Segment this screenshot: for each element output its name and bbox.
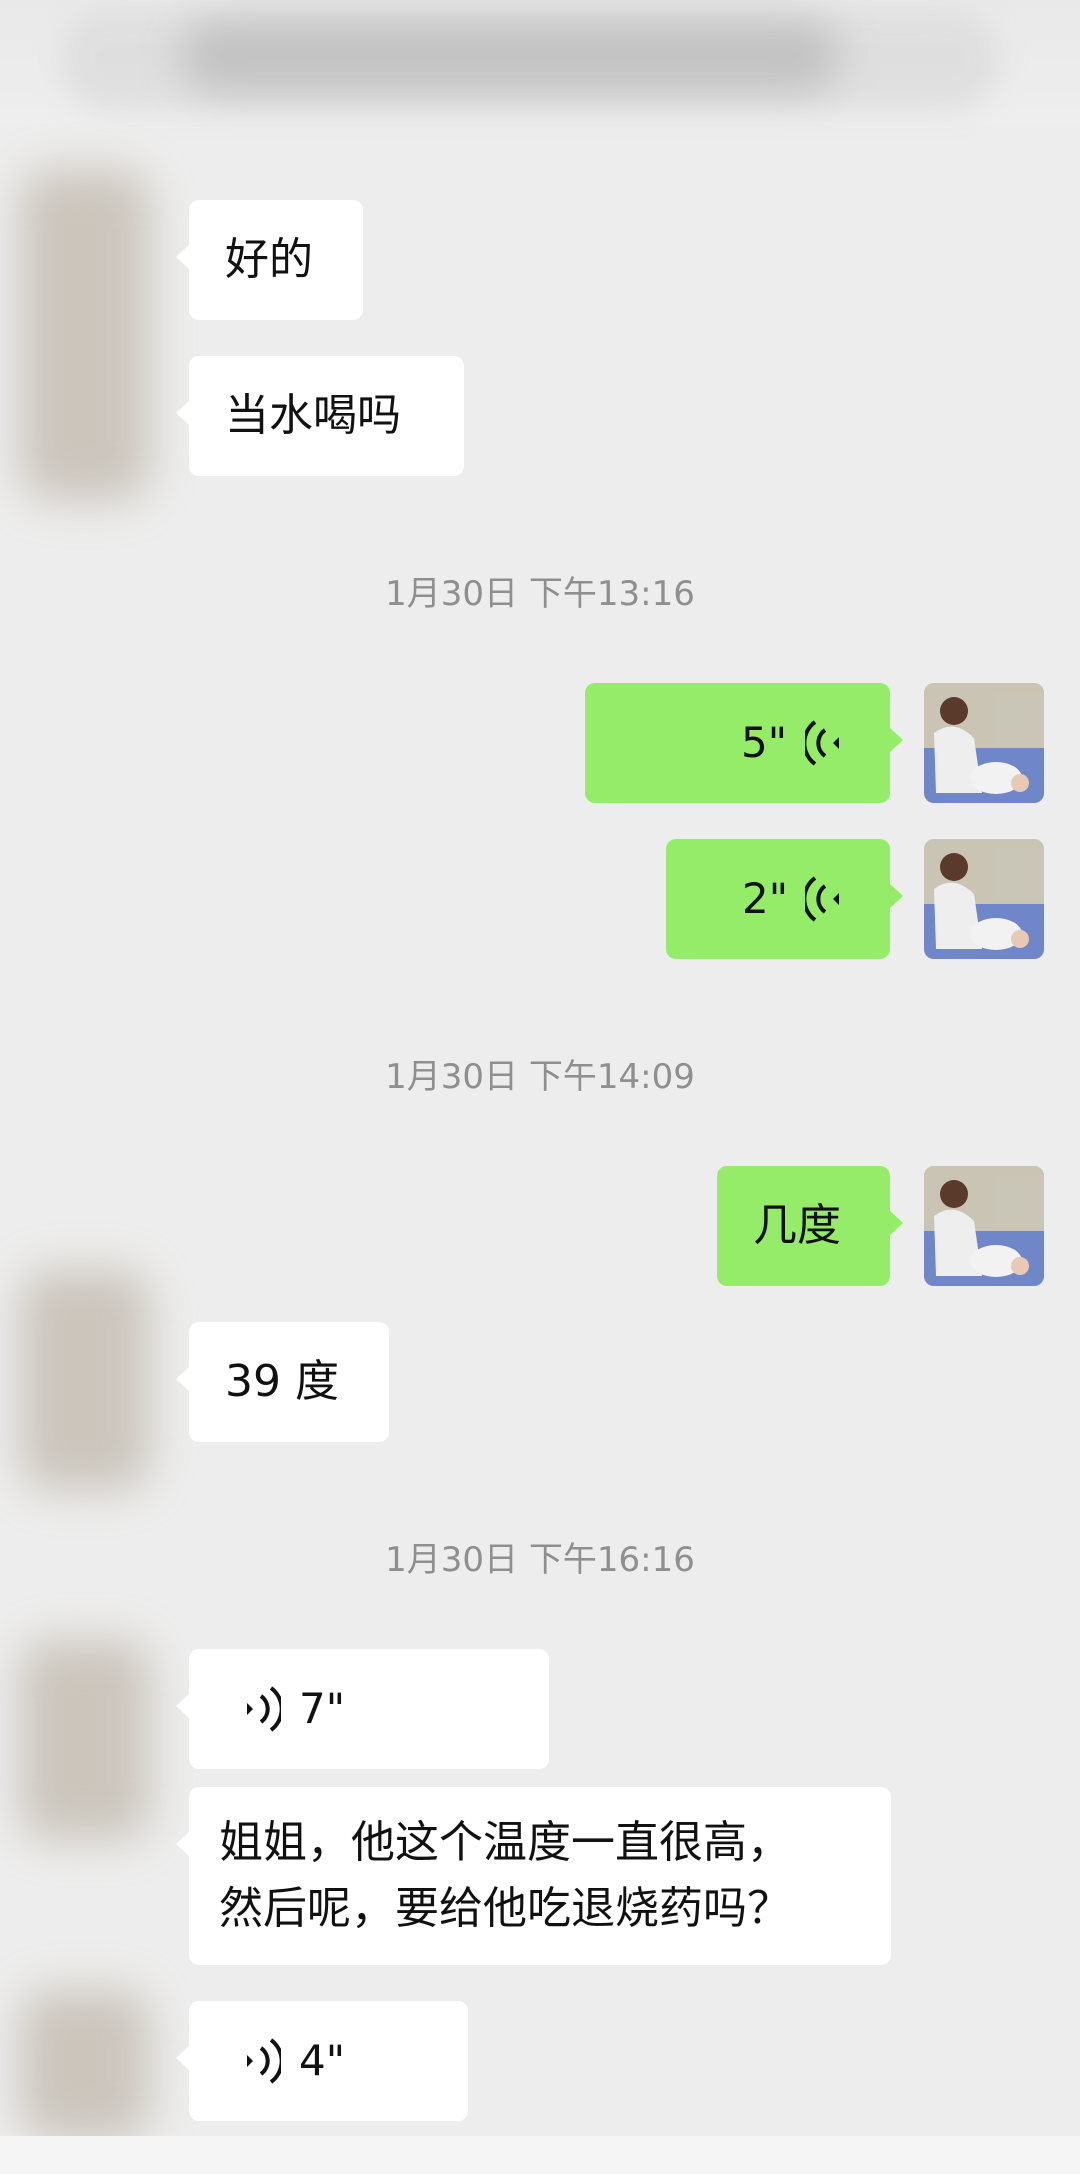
self-avatar[interactable] [924, 683, 1044, 803]
message-bubble-received[interactable]: 当水喝吗 [176, 356, 464, 476]
message-bubble-received[interactable]: 好的 [176, 200, 363, 320]
message-text: 39 度 [225, 1356, 339, 1407]
message-text: 当水喝吗 [225, 390, 401, 441]
message-text-line: 然后呢，要给他吃退烧药吗？ [219, 1883, 791, 1934]
self-avatar[interactable] [924, 1166, 1044, 1286]
avatar-photo [924, 1166, 1044, 1286]
message-bubble-received[interactable]: 39 度 [176, 1322, 389, 1442]
voice-wave-icon [247, 1686, 281, 1732]
avatar-photo [924, 839, 1044, 959]
message-bubble-sent[interactable]: 几度 [717, 1166, 903, 1286]
voice-wave-icon [247, 2038, 281, 2084]
voice-wave-icon [805, 876, 839, 922]
voice-wave-icon [805, 720, 839, 766]
voice-message-sent[interactable]: 2" [666, 839, 903, 959]
contact-avatar-blurred[interactable] [20, 170, 150, 500]
timestamp: 1月30日 下午14:09 [385, 1057, 695, 1097]
voice-duration: 4" [299, 2036, 346, 2085]
avatar-photo [924, 683, 1044, 803]
timestamp: 1月30日 下午13:16 [385, 574, 695, 614]
header-title-blurred-core [180, 20, 840, 92]
voice-duration: 2" [742, 874, 789, 923]
voice-message-received[interactable]: 7" [176, 1649, 549, 1769]
timestamp: 1月30日 下午16:16 [385, 1540, 695, 1580]
message-text: 好的 [225, 234, 313, 285]
contact-avatar-blurred[interactable] [20, 1640, 150, 1840]
contact-avatar-blurred[interactable] [20, 1990, 150, 2140]
self-avatar[interactable] [924, 839, 1044, 959]
message-bubble-received[interactable]: 姐姐，他这个温度一直很高， 然后呢，要给他吃退烧药吗？ [176, 1787, 891, 1965]
voice-duration: 7" [299, 1684, 346, 1733]
contact-avatar-blurred[interactable] [20, 1270, 150, 1490]
voice-message-received[interactable]: 4" [176, 2001, 468, 2121]
input-bar-edge [0, 2136, 1080, 2174]
voice-duration: 5" [741, 718, 788, 767]
message-text: 几度 [753, 1200, 841, 1251]
voice-message-sent[interactable]: 5" [585, 683, 903, 803]
message-text-line: 姐姐，他这个温度一直很高， [219, 1817, 791, 1868]
